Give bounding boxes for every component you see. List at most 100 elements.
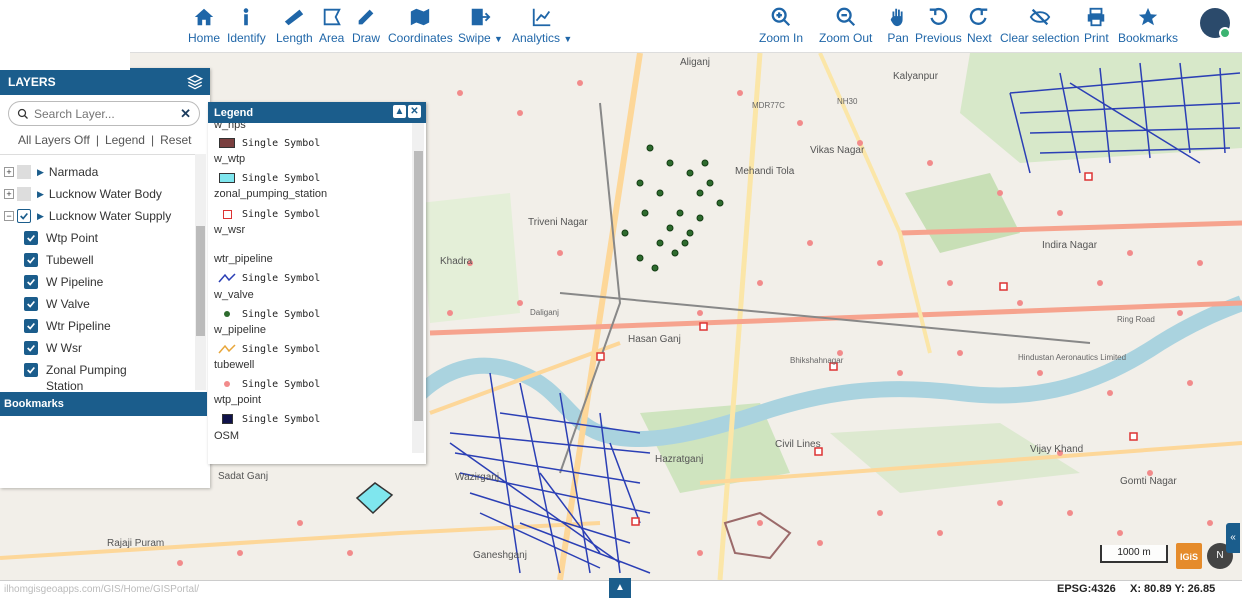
- layer-group-water-body[interactable]: + ▶ Lucknow Water Body: [4, 184, 162, 204]
- legend-symbol-row: Single Symbol: [218, 171, 320, 185]
- layer-item-w-valve[interactable]: W Valve: [24, 294, 90, 314]
- layer-checkbox[interactable]: [17, 165, 31, 179]
- print-icon: [1088, 7, 1105, 27]
- legend-symbol-row: Single Symbol: [218, 207, 320, 221]
- layer-checkbox[interactable]: [24, 297, 38, 311]
- identify-label: Identify: [227, 31, 266, 45]
- analytics-button[interactable]: Analytics ▼: [512, 6, 572, 50]
- legend-layer-name: w_hps: [214, 123, 246, 131]
- legend-symbol-label: Single Symbol: [242, 272, 321, 284]
- layer-checkbox[interactable]: [24, 231, 38, 245]
- map-icon: [411, 8, 430, 26]
- fill-swatch-icon: [218, 137, 236, 149]
- close-button[interactable]: ✕: [408, 105, 421, 118]
- layer-item-w-wsr[interactable]: W Wsr: [24, 338, 82, 358]
- check-icon: [27, 344, 35, 352]
- legend-title: Legend: [214, 107, 254, 119]
- layer-search-input[interactable]: [34, 106, 169, 121]
- map-label: Vikas Nagar: [810, 145, 865, 156]
- clear-selection-button[interactable]: Clear selection: [1000, 6, 1079, 50]
- layer-checkbox[interactable]: [24, 275, 38, 289]
- coordinates-label: Coordinates: [388, 31, 453, 45]
- layer-checkbox[interactable]: [24, 363, 38, 377]
- layers-header: LAYERS: [0, 68, 210, 95]
- legend-layer-name: wtp_point: [214, 394, 262, 406]
- layer-actions: All Layers Off | Legend | Reset: [18, 133, 192, 147]
- layer-item-wtp-point[interactable]: Wtp Point: [24, 228, 98, 248]
- zoom-in-button[interactable]: Zoom In: [759, 6, 803, 50]
- legend-scrollbar[interactable]: [412, 123, 424, 453]
- check-icon: [27, 366, 35, 374]
- expand-icon[interactable]: +: [4, 189, 14, 199]
- bookmarks-section-header[interactable]: Bookmarks: [0, 392, 207, 416]
- logo-area: [0, 0, 130, 70]
- scale-bar: 1000 m: [1100, 545, 1168, 563]
- legend-symbol-label: Single Symbol: [242, 413, 321, 425]
- coordinates-button[interactable]: Coordinates: [388, 6, 453, 50]
- draw-icon: [358, 9, 374, 25]
- bottom-panel-toggle-button[interactable]: ▲: [609, 578, 631, 598]
- length-button[interactable]: Length: [276, 6, 313, 50]
- area-button[interactable]: Area: [319, 6, 344, 50]
- layer-group-narmada[interactable]: + ▶ Narmada: [4, 162, 98, 182]
- next-button[interactable]: Next: [967, 6, 992, 50]
- layer-item-wtr-pipeline[interactable]: Wtr Pipeline: [24, 316, 111, 336]
- clear-search-icon[interactable]: ✕: [180, 106, 191, 122]
- layer-checkbox[interactable]: [24, 341, 38, 355]
- coordinate-readout: X: 80.89 Y: 26.85: [1130, 583, 1216, 595]
- scrollbar-thumb[interactable]: [196, 226, 205, 336]
- print-button[interactable]: Print: [1084, 6, 1109, 50]
- identify-button[interactable]: Identify: [227, 6, 266, 50]
- map-label: Indira Nagar: [1042, 240, 1098, 251]
- all-layers-off-link[interactable]: All Layers Off: [18, 133, 90, 147]
- layer-checkbox[interactable]: [24, 253, 38, 267]
- swipe-button[interactable]: Swipe ▼: [458, 6, 503, 50]
- layer-item-w-pipeline[interactable]: W Pipeline: [24, 272, 103, 292]
- check-icon: [27, 300, 35, 308]
- legend-layer-name: wtr_pipeline: [214, 253, 273, 265]
- red-dot-icon: [218, 378, 236, 390]
- green-area: [960, 53, 1242, 163]
- layers-panel: LAYERS ✕ All Layers Off|Legend|Reset + ▶…: [0, 68, 210, 488]
- draw-label: Draw: [352, 31, 381, 45]
- map-label: NH30: [837, 97, 858, 106]
- fill-swatch-icon: [218, 172, 236, 184]
- zoom-out-button[interactable]: Zoom Out: [819, 6, 872, 50]
- layer-scrollbar[interactable]: [195, 154, 206, 390]
- pan-button[interactable]: Pan: [887, 6, 909, 50]
- legend-link[interactable]: Legend: [105, 133, 145, 147]
- layer-checkbox[interactable]: [17, 209, 31, 223]
- layer-checkbox[interactable]: [17, 187, 31, 201]
- layer-group-water-supply[interactable]: − ▶ Lucknow Water Supply: [4, 206, 171, 226]
- layer-item-tubewell[interactable]: Tubewell: [24, 250, 94, 270]
- collapse-icon[interactable]: −: [4, 211, 14, 221]
- map-label: Hazratganj: [655, 454, 704, 465]
- road: [717, 53, 763, 580]
- expand-icon[interactable]: +: [4, 167, 14, 177]
- layers-toggle-button[interactable]: [180, 68, 210, 95]
- layer-search-box[interactable]: ✕: [8, 101, 200, 126]
- layer-checkbox[interactable]: [24, 319, 38, 333]
- pumping-station-icon: [218, 208, 236, 220]
- side-panel-toggle-button[interactable]: «: [1226, 523, 1240, 553]
- caret-right-icon: ▶: [37, 166, 44, 177]
- wtp-polygon: [355, 482, 394, 515]
- previous-button[interactable]: Previous: [915, 6, 962, 50]
- area-icon: [323, 8, 341, 26]
- map-label: MDR77C: [752, 101, 785, 110]
- swipe-icon: [472, 8, 491, 26]
- caret-right-icon: ▶: [37, 188, 44, 199]
- home-button[interactable]: Home: [188, 6, 220, 50]
- reset-link[interactable]: Reset: [160, 133, 191, 147]
- legend-symbol-label: Single Symbol: [242, 343, 321, 355]
- legend-layer-name: w_wsr: [214, 224, 246, 236]
- minimize-button[interactable]: ▲: [393, 105, 406, 118]
- legend-layer-name: tubewell: [214, 359, 255, 371]
- map-label: Wazirganj: [455, 472, 500, 483]
- swipe-label: Swipe ▼: [458, 31, 503, 45]
- draw-button[interactable]: Draw: [352, 6, 380, 50]
- bookmarks-button[interactable]: Bookmarks: [1118, 6, 1178, 50]
- area-label: Area: [319, 31, 345, 45]
- pan-label: Pan: [887, 31, 909, 45]
- scrollbar-thumb[interactable]: [414, 151, 423, 421]
